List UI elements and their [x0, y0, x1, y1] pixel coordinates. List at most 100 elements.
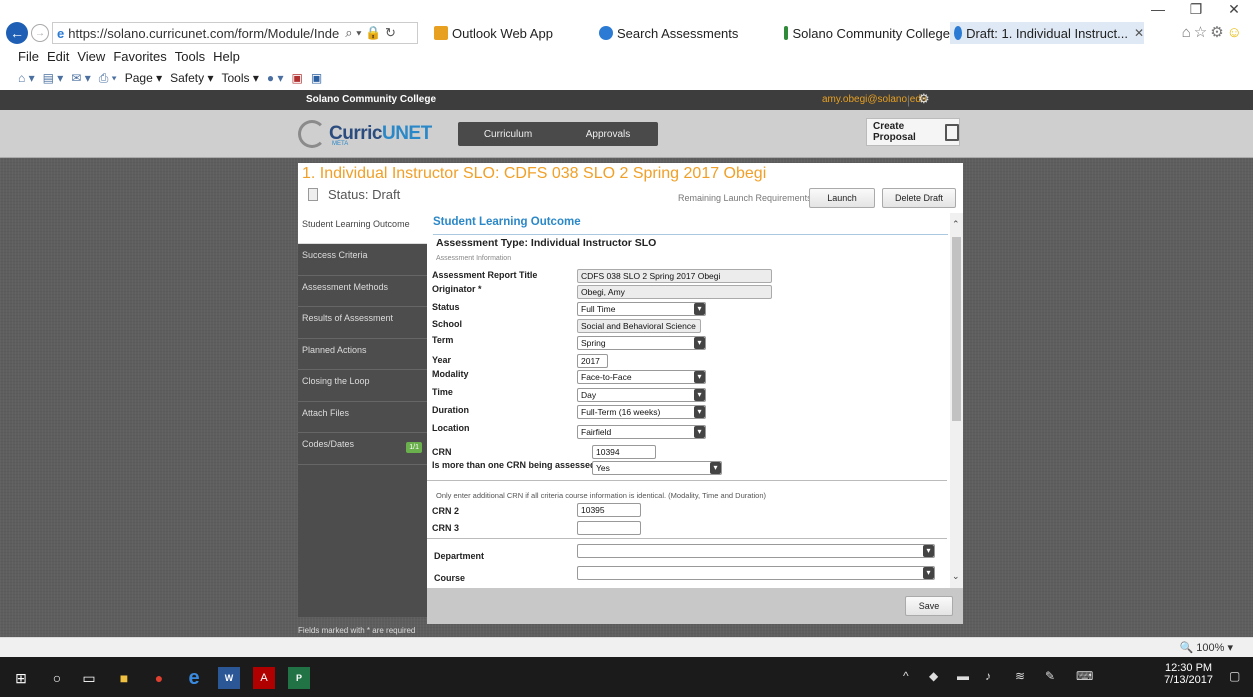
originator-field[interactable]: Obegi, Amy: [577, 285, 772, 299]
file-explorer-icon[interactable]: ■: [113, 667, 135, 689]
forward-button[interactable]: →: [31, 24, 49, 42]
org-name: Solano Community College: [306, 94, 437, 105]
form-scrollbar[interactable]: ⌃ ⌄: [950, 213, 963, 588]
nav-planned-actions[interactable]: Planned Actions: [298, 339, 427, 370]
back-button[interactable]: ←: [6, 22, 28, 44]
smiley-icon[interactable]: ☺: [1227, 24, 1245, 41]
clock-date: 7/13/2017: [1164, 674, 1213, 686]
clock[interactable]: 12:30 PM 7/13/2017: [1164, 662, 1213, 686]
scroll-thumb[interactable]: [952, 237, 961, 421]
minimize-button[interactable]: —: [1139, 0, 1177, 20]
crn-field[interactable]: 10394: [592, 445, 656, 459]
menu-edit[interactable]: Edit: [47, 49, 69, 64]
settings-icon[interactable]: ⚙: [918, 91, 930, 107]
help-icon[interactable]: ● ▾: [267, 71, 284, 85]
nav-student-learning-outcome[interactable]: Student Learning Outcome: [298, 213, 427, 244]
form-title: 1. Individual Instructor SLO: CDFS 038 S…: [302, 165, 767, 182]
tab-draft-active[interactable]: Draft: 1. Individual Instruct... ✕: [950, 22, 1144, 44]
modality-select[interactable]: Face-to-Face: [577, 370, 706, 384]
settings-gear-icon[interactable]: ⚙: [1210, 24, 1226, 41]
cortana-search-icon[interactable]: ○: [46, 667, 68, 689]
nav-codes-dates[interactable]: Codes/Dates 1/1: [298, 433, 427, 465]
menu-tools[interactable]: Tools: [175, 49, 205, 64]
close-window-button[interactable]: ✕: [1215, 0, 1253, 20]
year-field[interactable]: 2017: [577, 354, 608, 368]
duration-select[interactable]: Full-Term (16 weeks): [577, 405, 706, 419]
nav-assessment-methods[interactable]: Assessment Methods: [298, 276, 427, 307]
tab-close-icon[interactable]: ✕: [1134, 26, 1144, 40]
keyboard-icon[interactable]: ⌨: [1076, 669, 1093, 683]
tray-expand-icon[interactable]: ^: [903, 669, 909, 683]
save-bar: Save: [427, 588, 963, 624]
address-bar[interactable]: e https://solano.curricunet.com/form/Mod…: [52, 22, 418, 44]
chrome-icon[interactable]: ●: [148, 667, 170, 689]
restore-button[interactable]: ❐: [1177, 0, 1215, 20]
word-icon[interactable]: W: [218, 667, 240, 689]
battery-icon[interactable]: ▬: [957, 669, 969, 683]
launch-button[interactable]: Launch: [809, 188, 875, 208]
time-select[interactable]: Day: [577, 388, 706, 402]
menu-favorites[interactable]: Favorites: [113, 49, 166, 64]
location-select[interactable]: Fairfield: [577, 425, 706, 439]
crn-label: CRN: [432, 447, 452, 457]
home-cmd-icon[interactable]: ⌂ ▾: [18, 71, 35, 85]
status-select[interactable]: Full Time: [577, 302, 706, 316]
create-proposal-label: Create Proposal: [873, 121, 916, 143]
browser-right-icons: ⌂☆⚙☺: [1182, 23, 1245, 41]
term-select[interactable]: Spring: [577, 336, 706, 350]
home-icon[interactable]: ⌂: [1182, 24, 1194, 41]
crn2-field[interactable]: 10395: [577, 503, 641, 517]
nav-curriculum[interactable]: Curriculum: [458, 122, 558, 146]
nav-closing-the-loop[interactable]: Closing the Loop: [298, 370, 427, 402]
menu-view[interactable]: View: [77, 49, 105, 64]
scroll-up-icon[interactable]: ⌃: [952, 219, 960, 230]
nav-results-of-assessment[interactable]: Results of Assessment: [298, 307, 427, 339]
notifications-icon[interactable]: ▢: [1229, 669, 1240, 683]
translate-icon[interactable]: ▣: [311, 71, 322, 85]
research-icon[interactable]: ▣: [291, 71, 302, 85]
tab-solano-college[interactable]: Solano Community College: [780, 22, 950, 44]
safety-menu[interactable]: Safety ▾: [170, 71, 213, 85]
multi-crn-select[interactable]: Yes: [592, 461, 722, 475]
section-divider: [433, 234, 948, 235]
scroll-down-icon[interactable]: ⌄: [952, 571, 960, 582]
tools-menu[interactable]: Tools ▾: [222, 71, 259, 85]
nav-success-criteria[interactable]: Success Criteria: [298, 244, 427, 276]
windows-start-icon[interactable]: ⊞: [10, 667, 32, 689]
tab-outlook[interactable]: Outlook Web App: [430, 22, 560, 44]
acrobat-icon[interactable]: A: [253, 667, 275, 689]
menu-help[interactable]: Help: [213, 49, 240, 64]
report-title-field[interactable]: CDFS 038 SLO 2 Spring 2017 Obegi: [577, 269, 772, 283]
address-controls[interactable]: ⌕ ▾ 🔒 ↻: [345, 25, 396, 41]
pen-icon[interactable]: ✎: [1045, 669, 1055, 683]
save-button[interactable]: Save: [905, 596, 953, 616]
completion-badge: 1/1: [406, 442, 422, 453]
curricunet-logo[interactable]: CurricUNET META: [298, 120, 432, 148]
volume-icon[interactable]: ♪: [985, 669, 991, 683]
mail-icon[interactable]: ✉ ▾: [71, 71, 90, 85]
print-icon[interactable]: ⎙ ▾: [99, 71, 117, 86]
page-menu[interactable]: Page ▾: [125, 71, 162, 85]
nav-approvals[interactable]: Approvals: [558, 122, 658, 146]
wifi-icon[interactable]: ≋: [1015, 669, 1025, 683]
course-select[interactable]: [577, 566, 935, 580]
security-shield-icon[interactable]: ◆: [929, 669, 938, 683]
crn3-field[interactable]: [577, 521, 641, 535]
project-icon[interactable]: P: [288, 667, 310, 689]
task-view-icon[interactable]: ▭: [78, 667, 100, 689]
browser-status-bar: 🔍 100% ▾: [0, 637, 1253, 657]
tab-search-assessments[interactable]: Search Assessments: [595, 22, 765, 44]
menu-file[interactable]: File: [18, 49, 39, 64]
zoom-control[interactable]: 🔍 100% ▾: [1180, 641, 1233, 654]
duration-label: Duration: [432, 405, 469, 415]
feeds-icon[interactable]: ▤ ▾: [43, 71, 64, 85]
favorites-star-icon[interactable]: ☆: [1194, 24, 1210, 41]
user-email-link[interactable]: amy.obegi@solano.edu: [822, 94, 926, 105]
internet-explorer-icon[interactable]: e: [183, 667, 205, 689]
create-proposal-button[interactable]: Create Proposal: [866, 118, 960, 146]
delete-draft-button[interactable]: Delete Draft: [882, 188, 956, 208]
school-field[interactable]: Social and Behavioral Science: [577, 319, 701, 333]
nav-attach-files[interactable]: Attach Files: [298, 402, 427, 433]
department-select[interactable]: [577, 544, 935, 558]
location-label: Location: [432, 423, 470, 433]
